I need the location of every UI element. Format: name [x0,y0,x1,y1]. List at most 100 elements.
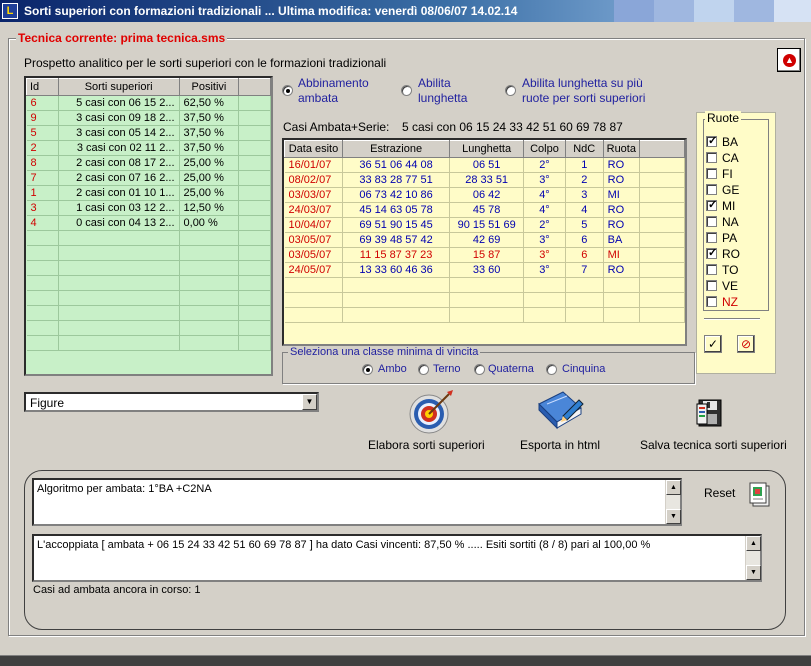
cell-ruota [603,292,640,308]
salva-button[interactable] [695,398,727,430]
column-header[interactable]: Id [26,78,59,96]
column-header[interactable]: Estrazione [341,140,451,158]
reset-button[interactable] [747,480,771,508]
table-row[interactable]: 24/03/07 45 14 63 05 78 45 78 4° 4 RO [284,202,685,218]
cell-positivi: 37,50 % [179,140,240,156]
algoritmo-scrollbar[interactable]: ▲ ▼ [665,480,681,524]
cell-ndc [565,307,604,323]
table-row[interactable] [26,290,271,306]
alert-button[interactable]: ▲ [777,48,801,72]
table-row[interactable] [26,245,271,261]
scroll-down-icon[interactable]: ▼ [666,509,681,524]
cell-lunghetta: 90 15 51 69 [449,217,525,233]
ruota-label: MI [722,199,736,213]
cell-id: 3 [26,200,59,216]
radio-classe-ambo[interactable] [362,364,373,375]
accoppiata-memo[interactable]: L'accoppiata [ ambata + 06 15 24 33 42 5… [32,534,762,582]
figure-combo[interactable]: Figure ▼ [24,392,319,412]
table-row[interactable]: 12 casi con 01 10 1... 25,00 % [26,185,271,201]
table-row[interactable]: 40 casi con 04 13 2... 0,00 % [26,215,271,231]
cell-empty [639,307,685,323]
table-row[interactable]: 24/05/07 13 33 60 46 36 33 60 3° 7 RO [284,262,685,278]
cell-empty [238,125,271,141]
table-row[interactable] [284,277,685,293]
ruota-checkbox-fi[interactable] [706,168,717,179]
table-row[interactable]: 16/01/07 36 51 06 44 08 06 51 2° 1 RO [284,157,685,173]
table-row[interactable] [26,260,271,276]
cell-empty [238,95,271,111]
table-row[interactable]: 53 casi con 05 14 2... 37,50 % [26,125,271,141]
column-header[interactable]: Lunghetta [449,140,525,158]
radio-classe-terno[interactable] [418,364,429,375]
column-header[interactable]: NdC [564,140,604,158]
scroll-up-icon[interactable]: ▲ [666,480,681,495]
radio-classe-quaterna[interactable] [474,364,485,375]
ruota-checkbox-mi[interactable] [706,198,717,211]
scroll-down-icon[interactable]: ▼ [746,565,761,580]
radio-abbinamento-ambata[interactable] [282,85,293,96]
cell-empty [238,215,271,231]
table-row[interactable]: 08/02/07 33 83 28 77 51 28 33 51 3° 2 RO [284,172,685,188]
table-row[interactable] [284,307,685,323]
ruota-checkbox-nz[interactable] [706,296,717,307]
cell-ruota: MI [603,187,640,203]
cell-lunghetta: 15 87 [449,247,525,263]
esporta-label: Esporta in html [520,438,601,452]
radio-abbinamento-label: Abbinamento ambata [298,76,369,105]
ruota-checkbox-ve[interactable] [706,280,717,291]
table-row[interactable]: 03/03/07 06 73 42 10 86 06 42 4° 3 MI [284,187,685,203]
table-row[interactable]: 31 casi con 03 12 2... 12,50 % [26,200,271,216]
cell-lunghetta: 06 42 [449,187,525,203]
table-row[interactable]: 82 casi con 08 17 2... 25,00 % [26,155,271,171]
table-row[interactable]: 10/04/07 69 51 90 15 45 90 15 51 69 2° 5 RO [284,217,685,233]
ruota-checkbox-ca[interactable] [706,152,717,163]
uncheck-all-button[interactable]: ⊘ [737,335,755,353]
check-all-button[interactable]: ✓ [704,335,722,353]
column-header[interactable]: Positivi [178,78,240,96]
chevron-down-icon[interactable]: ▼ [302,394,317,410]
table-row[interactable] [26,305,271,321]
esporta-button[interactable] [533,386,585,434]
ruota-label: PA [722,231,738,245]
cell-empty [238,155,271,171]
cell-ndc: 4 [565,202,604,218]
sorti-superiori-grid[interactable]: Id Sorti superiori Positivi 65 casi con 06… [24,76,273,376]
cell-colpo: 2° [523,157,566,173]
column-header[interactable]: Colpo [523,140,566,158]
radio-classe-cinquina[interactable] [546,364,557,375]
table-row[interactable]: 72 casi con 07 16 2... 25,00 % [26,170,271,186]
table-row[interactable] [26,275,271,291]
cell-id: 1 [26,185,59,201]
scroll-up-icon[interactable]: ▲ [746,536,761,551]
table-row[interactable] [284,292,685,308]
cell-sorti: 5 casi con 06 15 2... [58,95,180,111]
cell-estrazione [342,292,451,308]
table-row[interactable]: 65 casi con 06 15 2... 62,50 % [26,95,271,111]
ruota-checkbox-ge[interactable] [706,184,717,195]
ruota-checkbox-ba[interactable] [706,134,717,147]
algoritmo-memo[interactable]: Algoritmo per ambata: 1°BA +C2NA ▲ ▼ [32,478,682,526]
table-row[interactable] [26,320,271,336]
accoppiata-scrollbar[interactable]: ▲ ▼ [745,536,761,580]
table-row[interactable] [26,335,271,351]
cell-ndc: 5 [565,217,604,233]
cell-estrazione: 13 33 60 46 36 [342,262,451,278]
table-row[interactable]: 03/05/07 69 39 48 57 42 42 69 3° 6 BA [284,232,685,248]
column-header[interactable]: Ruota [602,140,640,158]
ruota-checkbox-pa[interactable] [706,232,717,243]
table-row[interactable]: 93 casi con 09 18 2... 37,50 % [26,110,271,126]
table-row[interactable]: 23 casi con 02 11 2... 37,50 % [26,140,271,156]
ruota-checkbox-na[interactable] [706,216,717,227]
elabora-button[interactable] [407,388,455,436]
radio-abilita-lunghetta-piu-ruote[interactable] [505,85,516,96]
column-header[interactable]: Data esito [284,140,343,158]
radio-abilita-lunghetta[interactable] [401,85,412,96]
ruota-checkbox-to[interactable] [706,264,717,275]
esiti-grid[interactable]: Data esito Estrazione Lunghetta Colpo NdC Ruo… [282,138,687,346]
cell-colpo: 4° [523,187,566,203]
column-header[interactable]: Sorti superiori [57,78,180,96]
ruota-checkbox-ro[interactable] [706,246,717,259]
table-row[interactable]: 03/05/07 11 15 87 37 23 15 87 3° 6 MI [284,247,685,263]
table-row[interactable] [26,230,271,246]
cell-empty [639,232,685,248]
